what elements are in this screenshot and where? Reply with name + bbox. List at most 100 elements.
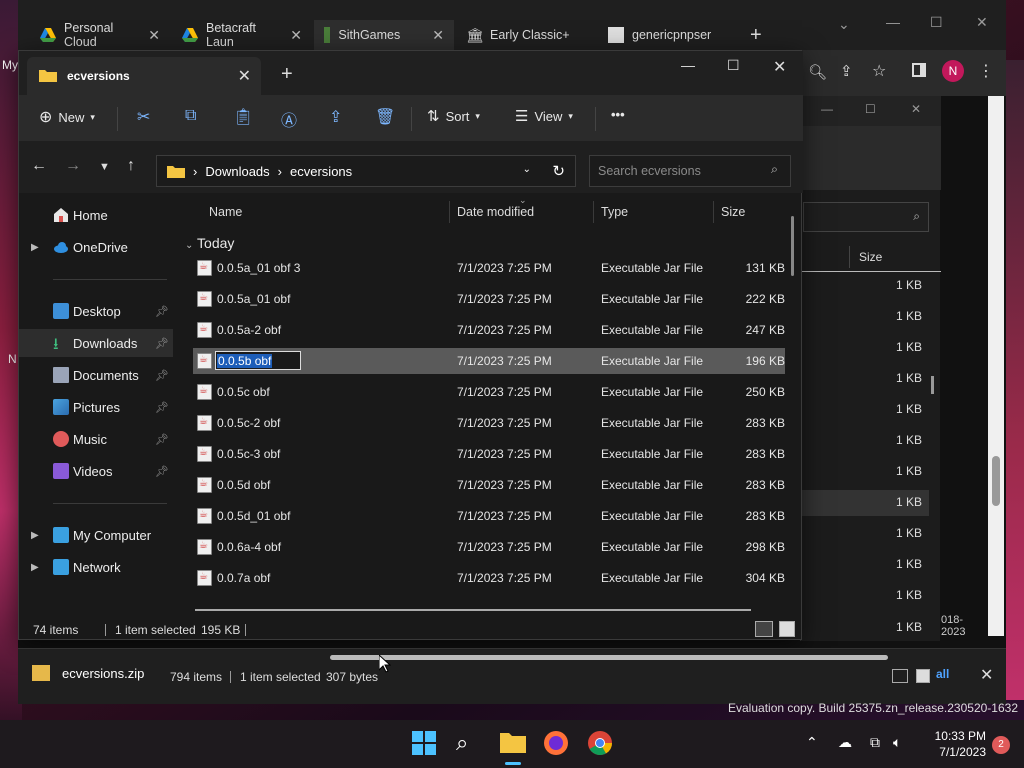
new-button[interactable]: ⊕ New ▾ (39, 107, 95, 127)
sidebar-item-videos[interactable]: Videos 📌︎ (19, 457, 173, 485)
all-link[interactable]: all (936, 667, 949, 681)
explorer-tab[interactable]: ecversions ✕ (27, 57, 261, 95)
network-icon[interactable]: ⧉ (870, 734, 880, 751)
chrome-tab-early-classic[interactable]: 🏛 Early Classic+ (456, 20, 596, 50)
notification-badge[interactable]: 2 (992, 736, 1010, 754)
more-options-button[interactable]: ••• (611, 107, 625, 122)
sidebar-item-documents[interactable]: Documents 📌︎ (19, 361, 173, 389)
sidebar-item-my-computer[interactable]: ▶ My Computer (19, 521, 173, 549)
minimize-icon[interactable]: — (681, 57, 695, 73)
column-size[interactable]: Size (859, 250, 882, 264)
column-type[interactable]: Type (601, 205, 628, 219)
close-icon[interactable]: ✕ (773, 57, 786, 77)
star-icon[interactable]: ☆ (872, 61, 886, 81)
close-icon[interactable]: ✕ (980, 665, 993, 685)
breadcrumb-downloads[interactable]: Downloads (205, 164, 269, 179)
tiles-view-icon[interactable] (916, 669, 930, 683)
file-row[interactable]: 0.0.5b obf 7/1/2023 7:25 PM Executable Jar… (193, 348, 785, 374)
tab-close-icon[interactable]: ✕ (290, 27, 302, 44)
share-icon[interactable]: ⇪ (840, 62, 853, 80)
column-name[interactable]: Name (209, 205, 242, 219)
horizontal-scrollbar[interactable] (195, 609, 751, 611)
search-icon[interactable]: ⌕ (456, 730, 484, 758)
volume-icon[interactable]: 🔈︎ (893, 734, 901, 751)
chevron-right-icon[interactable]: ▶ (31, 530, 39, 541)
breadcrumb-ecversions[interactable]: ecversions (290, 164, 352, 179)
details-view-icon[interactable] (892, 669, 908, 683)
rename-input[interactable]: 0.0.5b obf (215, 351, 301, 370)
chevron-right-icon[interactable]: ▶ (31, 562, 39, 573)
details-view-icon[interactable] (755, 621, 773, 637)
vertical-scrollbar[interactable] (791, 216, 794, 276)
maximize-icon[interactable]: ☐ (865, 102, 876, 116)
new-tab-button[interactable]: + (750, 24, 762, 47)
cut-icon[interactable]: ✂ (137, 107, 150, 127)
share-icon[interactable]: ⇪ (329, 107, 342, 127)
minimize-icon[interactable]: — (821, 102, 833, 116)
address-bar[interactable]: › Downloads › ecversions ⌄ ↻ (156, 155, 576, 187)
file-row[interactable]: 0.0.7a obf 7/1/2023 7:25 PM Executable Jar… (193, 565, 785, 591)
sidebar-item-pictures[interactable]: Pictures 📌︎ (19, 393, 173, 421)
file-row[interactable]: 0.0.5c obf 7/1/2023 7:25 PM Executable Jar… (193, 379, 785, 405)
file-row[interactable]: 0.0.5d obf 7/1/2023 7:25 PM Executable Jar… (193, 472, 785, 498)
tab-close-icon[interactable]: ✕ (432, 27, 444, 44)
sidebar-item-home[interactable]: Home (19, 201, 173, 229)
pin-icon[interactable]: 📌︎ (155, 401, 169, 414)
file-row[interactable]: 0.0.5a_01 obf 7/1/2023 7:25 PM Executable … (193, 286, 785, 312)
tiles-view-icon[interactable] (779, 621, 795, 637)
chevron-down-icon[interactable]: ⌄ (838, 16, 850, 33)
sidebar-item-onedrive[interactable]: ▶ OneDrive (19, 233, 173, 261)
file-row[interactable]: 0.0.5c-3 obf 7/1/2023 7:25 PM Executable J… (193, 441, 785, 467)
pin-icon[interactable]: 📌︎ (155, 465, 169, 478)
zip-item[interactable]: ecversions.zip (32, 665, 144, 681)
chrome-icon[interactable] (587, 730, 615, 758)
search-input[interactable]: Search ecversions ⌕ (589, 155, 791, 187)
copy-icon[interactable]: ⧉ (185, 107, 196, 125)
sidebar-icon[interactable] (912, 63, 926, 77)
pin-icon[interactable]: 📌︎ (155, 305, 169, 318)
pin-icon[interactable]: 📌︎ (155, 433, 169, 446)
close-icon[interactable]: ✕ (976, 14, 988, 31)
view-button[interactable]: ☰ View ▾ (515, 107, 573, 125)
sort-button[interactable]: ⇅ Sort ▾ (427, 107, 480, 125)
chrome-tab-betacraft[interactable]: Betacraft Laun ✕ (172, 20, 312, 50)
file-row[interactable]: 0.0.5a_01 obf 3 7/1/2023 7:25 PM Executabl… (193, 255, 785, 281)
firefox-icon[interactable] (543, 730, 571, 758)
file-row[interactable]: 0.0.5a-2 obf 7/1/2023 7:25 PM Executable J… (193, 317, 785, 343)
add-tab-button[interactable]: + (281, 63, 293, 86)
file-row[interactable]: 0.0.6a-4 obf 7/1/2023 7:25 PM Executable J… (193, 534, 785, 560)
chevron-right-icon[interactable]: ▶ (31, 242, 39, 253)
file-row[interactable]: 0.0.5c-2 obf 7/1/2023 7:25 PM Executable J… (193, 410, 785, 436)
maximize-icon[interactable]: ☐ (930, 14, 943, 31)
chrome-tab-genericpnp[interactable]: genericpnpser (598, 20, 738, 50)
forward-arrow-icon[interactable]: → (65, 157, 81, 175)
scrollbar-thumb[interactable] (992, 456, 1000, 506)
group-header-today[interactable]: ⌄ Today (185, 235, 234, 251)
explorer2-hscroll[interactable] (318, 653, 918, 661)
sidebar-item-desktop[interactable]: Desktop 📌︎ (19, 297, 173, 325)
sidebar-item-music[interactable]: Music 📌︎ (19, 425, 173, 453)
taskbar-clock[interactable]: 10:33 PM 7/1/2023 (935, 728, 986, 760)
up-arrow-icon[interactable]: ↑ (127, 157, 135, 175)
pin-icon[interactable]: 📌︎ (155, 369, 169, 382)
refresh-icon[interactable]: ↻ (552, 162, 565, 180)
paste-icon[interactable]: 📋︎ (233, 107, 253, 127)
pin-icon[interactable]: 📌︎ (155, 337, 169, 350)
explorer2-search[interactable]: ⌕ (803, 202, 929, 232)
column-date-modified[interactable]: Date modified (457, 205, 534, 219)
minimize-icon[interactable]: — (886, 14, 900, 30)
kebab-menu-icon[interactable]: ⋮ (978, 61, 994, 81)
delete-icon[interactable]: 🗑︎ (375, 107, 395, 127)
start-button-windows-icon[interactable] (411, 730, 439, 758)
chrome-tab-personal-cloud[interactable]: Personal Cloud ✕ (30, 20, 170, 50)
chrome-tab-sithgames[interactable]: SithGames ✕ (314, 20, 454, 50)
cloud-off-icon[interactable]: ☁ (838, 734, 852, 751)
sidebar-item-downloads[interactable]: ⭳ Downloads 📌︎ (19, 329, 173, 357)
file-explorer-taskbar-icon[interactable] (499, 730, 527, 765)
maximize-icon[interactable]: ☐ (727, 57, 740, 74)
search-icon[interactable]: 🔍︎ (808, 63, 827, 81)
chevron-down-icon[interactable]: ⌄ (523, 164, 531, 175)
recent-chevron-icon[interactable]: ▼ (99, 161, 110, 173)
rename-icon[interactable]: Ⓐ (281, 107, 297, 131)
close-icon[interactable]: ✕ (911, 102, 921, 116)
